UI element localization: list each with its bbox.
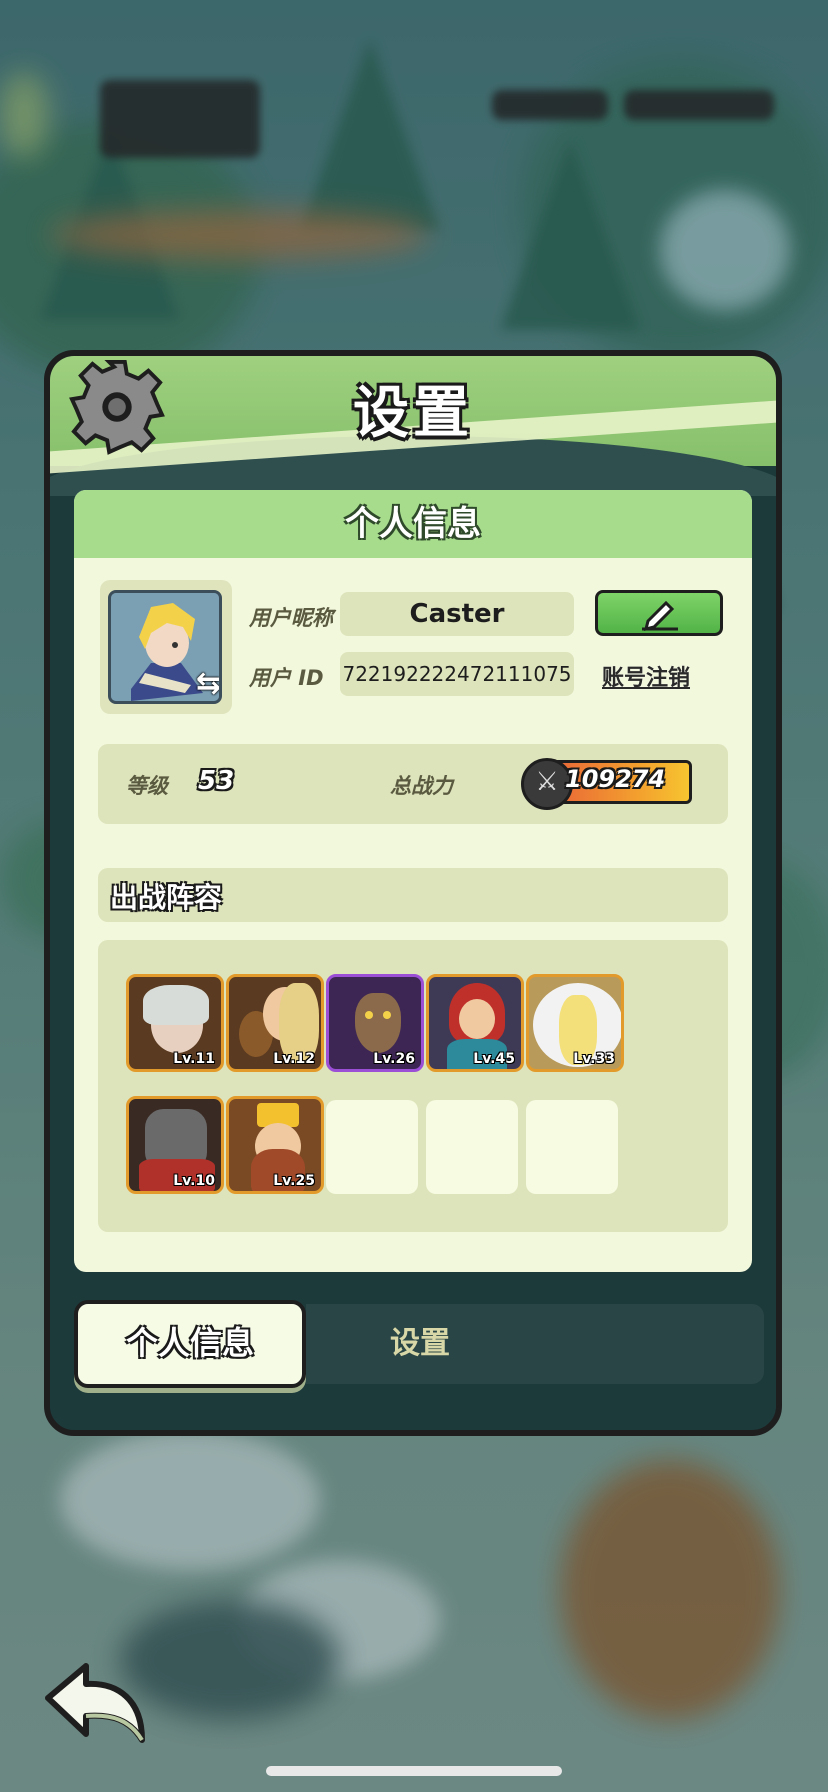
hero-slot[interactable]: Lv.10 bbox=[126, 1096, 224, 1194]
hero-level: Lv.33 bbox=[573, 1051, 615, 1067]
hero-level: Lv.26 bbox=[373, 1051, 415, 1067]
home-indicator[interactable] bbox=[266, 1766, 562, 1776]
user-id-field: 722192222472111075 bbox=[340, 652, 574, 696]
stats-bar: 等级 53 总战力 ⚔ 109274 bbox=[98, 744, 728, 824]
level-label: 等级 bbox=[126, 774, 168, 798]
hero-slot[interactable]: Lv.25 bbox=[226, 1096, 324, 1194]
hero-level: Lv.45 bbox=[473, 1051, 515, 1067]
empty-hero-slot[interactable] bbox=[526, 1100, 618, 1194]
lineup-header: 出战阵容 bbox=[98, 868, 728, 922]
page-title: 设置 bbox=[353, 381, 473, 446]
pencil-icon bbox=[642, 600, 678, 632]
edit-nickname-button[interactable] bbox=[595, 590, 723, 636]
swap-avatar-icon[interactable]: ⇆ bbox=[196, 666, 219, 701]
profile-card: 个人信息 ⇆ 用户昵称 Caster 用户 ID 722192222472111… bbox=[74, 490, 752, 1272]
hero-level: Lv.25 bbox=[273, 1173, 315, 1189]
hero-level: Lv.11 bbox=[173, 1051, 215, 1067]
avatar[interactable]: ⇆ bbox=[108, 590, 222, 704]
empty-hero-slot[interactable] bbox=[426, 1100, 518, 1194]
hero-slot[interactable]: Lv.33 bbox=[526, 974, 624, 1072]
power-badge: ⚔ 109274 bbox=[521, 758, 692, 810]
lineup-grid: Lv.11 Lv.12 Lv.26 Lv.45 Lv.33 Lv.10 Lv.2… bbox=[98, 940, 728, 1232]
hero-level: Lv.12 bbox=[273, 1051, 315, 1067]
power-label: 总战力 bbox=[390, 774, 453, 798]
tab-settings[interactable]: 设置 bbox=[306, 1304, 764, 1384]
hero-slot[interactable]: Lv.45 bbox=[426, 974, 524, 1072]
nickname-label: 用户昵称 bbox=[249, 606, 333, 630]
section-title: 个人信息 bbox=[74, 490, 752, 558]
power-value: 109274 bbox=[565, 765, 666, 793]
empty-hero-slot[interactable] bbox=[326, 1100, 418, 1194]
hero-slot[interactable]: Lv.26 bbox=[326, 974, 424, 1072]
back-arrow-icon[interactable] bbox=[40, 1660, 150, 1746]
settings-panel: 设置 个人信息 ⇆ 用户昵称 Caster 用户 ID 722192222472… bbox=[44, 350, 782, 1436]
nickname-field: Caster bbox=[340, 592, 574, 636]
level-value: 53 bbox=[198, 766, 235, 796]
lineup-title: 出战阵容 bbox=[110, 881, 223, 914]
hero-slot[interactable]: Lv.12 bbox=[226, 974, 324, 1072]
hero-level: Lv.10 bbox=[173, 1173, 215, 1189]
bottom-tabs: 设置 个人信息 bbox=[74, 1300, 764, 1390]
tab-settings-label: 设置 bbox=[390, 1326, 450, 1361]
cancel-account-link[interactable]: 账号注销 bbox=[602, 660, 690, 692]
user-id-label: 用户 ID bbox=[249, 666, 324, 690]
tab-personal-info[interactable]: 个人信息 bbox=[74, 1300, 306, 1388]
avatar-container[interactable]: ⇆ bbox=[100, 580, 232, 714]
hero-slot[interactable]: Lv.11 bbox=[126, 974, 224, 1072]
